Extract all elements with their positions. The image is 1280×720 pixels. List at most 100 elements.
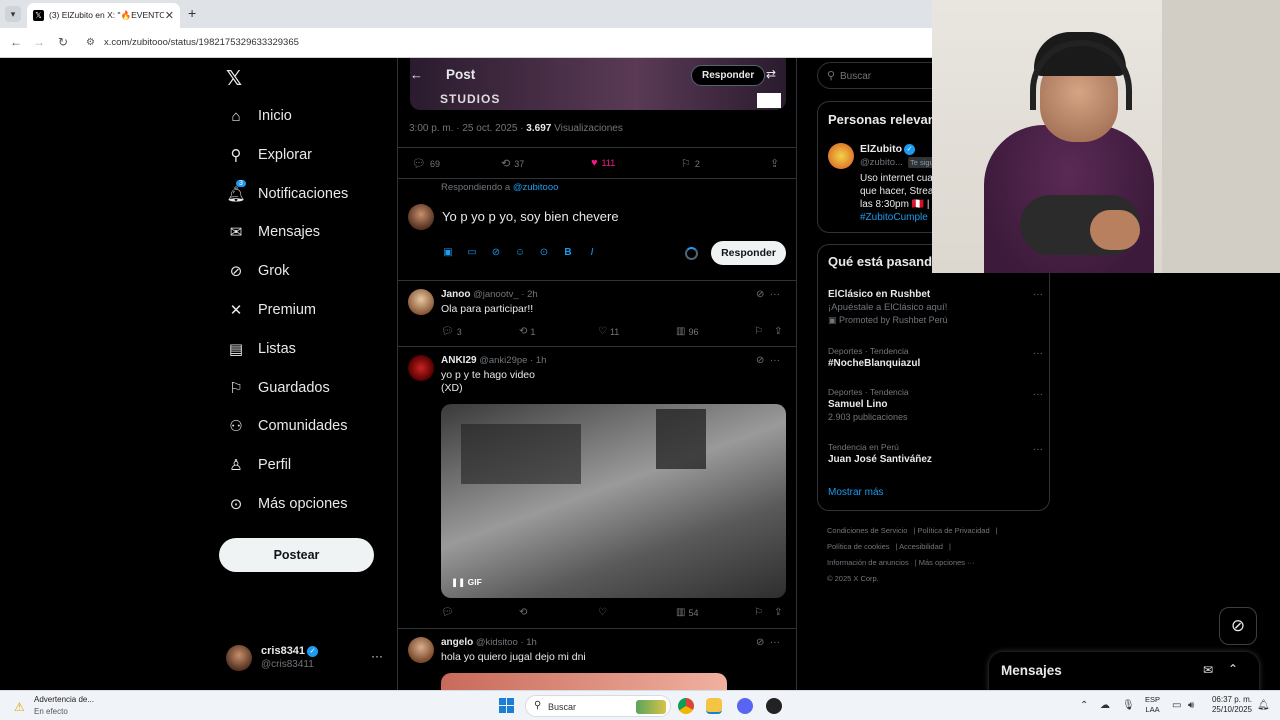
x-logo[interactable]: 𝕏	[226, 66, 242, 91]
taskbar-search[interactable]: ⚲ Buscar	[525, 695, 671, 717]
bookmark-action[interactable]: ⚐ 2	[681, 157, 700, 170]
nav-premium[interactable]: ✕ Premium	[226, 298, 316, 322]
obs-app-icon[interactable]	[766, 698, 782, 714]
post-button[interactable]: Postear	[219, 538, 374, 572]
reply-top-button[interactable]: Responder	[691, 65, 766, 86]
like-action[interactable]: ♡ 11	[598, 326, 619, 337]
reply-tweet[interactable]: Janoo @janootv_ · 2h ⊘ ··· Ola para part…	[398, 280, 796, 346]
gif-icon[interactable]: ▭	[466, 247, 478, 258]
repost-action[interactable]: ⟲	[519, 607, 530, 618]
trend-item[interactable]: Deportes · Tendencia Samuel Lino 2.903 p…	[828, 387, 1043, 422]
nav-mas-opciones[interactable]: ⊙ Más opciones	[226, 492, 348, 516]
avatar[interactable]	[828, 143, 854, 169]
back-button[interactable]: ←	[10, 35, 22, 49]
chevron-up-icon[interactable]: ⌃	[1080, 700, 1088, 711]
volume-icon[interactable]: 🔊︎	[1188, 700, 1194, 711]
expand-icon[interactable]: ⌃	[1228, 662, 1238, 676]
file-explorer-icon[interactable]	[706, 698, 722, 714]
browser-tab[interactable]: 𝕏 (3) ElZubito en X: "🔥EVENTO ✕	[27, 3, 180, 28]
like-action[interactable]: ♥ 111	[591, 157, 615, 169]
notification-icon[interactable]: 🔔︎	[1257, 700, 1270, 711]
bookmark-action[interactable]: ⚐	[754, 326, 766, 337]
nav-grok[interactable]: ⊘ Grok	[226, 259, 290, 283]
footer-link[interactable]: Información de anuncios	[827, 558, 909, 567]
reply-action[interactable]: 💬︎	[441, 607, 457, 618]
grok-floating-button[interactable]: ⊘	[1219, 607, 1257, 645]
nav-inicio[interactable]: ⌂ Inicio	[226, 104, 291, 128]
start-button[interactable]	[499, 698, 514, 713]
repost-action[interactable]: ⟲ 1	[519, 326, 535, 337]
reply-compose-input[interactable]: Yo p yo p yo, soy bien chevere	[442, 209, 619, 224]
nav-listas[interactable]: ▤ Listas	[226, 337, 296, 361]
bold-icon[interactable]: B	[562, 247, 574, 258]
back-arrow-icon[interactable]: ←	[410, 67, 423, 82]
image-icon[interactable]: ▣	[442, 247, 454, 258]
microphone-icon[interactable]: 🎙︎	[1122, 700, 1135, 711]
share-action[interactable]: ⇪	[774, 326, 785, 337]
reply-action[interactable]: 💬︎ 69	[412, 157, 440, 170]
trend-item[interactable]: Tendencia en Perú Juan José Santiváñez ·…	[828, 442, 1043, 465]
share-action[interactable]: ⇪	[774, 607, 785, 618]
display-icon[interactable]: ▭	[1172, 700, 1181, 711]
tweet-author[interactable]: Janoo	[441, 289, 470, 300]
footer-link[interactable]: Accesibilidad	[899, 542, 943, 551]
share-action[interactable]: ⇪	[770, 157, 783, 170]
gif-media[interactable]: ❚❚ GIF	[441, 404, 786, 598]
reload-button[interactable]: ↻	[58, 35, 68, 49]
like-action[interactable]: ♡	[598, 607, 610, 618]
new-tab-button[interactable]: +	[188, 5, 196, 21]
tweet-menu-icon[interactable]: ⊘ ···	[756, 637, 780, 648]
reply-tweet[interactable]: ANKI29 @anki29pe · 1h ⊘ ··· yo p y te ha…	[398, 346, 796, 628]
emoji-icon[interactable]: ☺	[514, 247, 526, 258]
bookmark-action[interactable]: ⚐	[754, 607, 766, 618]
more-icon[interactable]: ···	[1033, 348, 1043, 359]
footer-link[interactable]: Más opciones ···	[919, 558, 975, 567]
more-icon[interactable]: ···	[1033, 289, 1043, 300]
more-icon[interactable]: ···	[1033, 444, 1043, 455]
gif-badge[interactable]: ❚❚ GIF	[451, 577, 482, 588]
cloud-icon[interactable]: ☁	[1100, 700, 1110, 711]
footer-link[interactable]: Condiciones de Servicio	[827, 526, 907, 535]
footer-link[interactable]: Política de Privacidad	[918, 526, 990, 535]
messages-drawer[interactable]: Mensajes ✉ ⌃	[989, 652, 1259, 692]
clock[interactable]: 06:37 p. m. 25/10/2025	[1206, 695, 1252, 715]
location-icon[interactable]: ⊙	[538, 247, 550, 258]
tab-close-icon[interactable]: ✕	[165, 9, 174, 22]
italic-icon[interactable]: I	[586, 247, 598, 258]
more-icon[interactable]: ···	[1033, 389, 1043, 400]
forward-button[interactable]: →	[33, 35, 45, 49]
discord-app-icon[interactable]	[737, 698, 753, 714]
person-name[interactable]: ElZubito ✓	[860, 143, 915, 155]
show-more-link[interactable]: Mostrar más	[828, 487, 884, 498]
views-action[interactable]: ▥ 54	[676, 607, 698, 618]
trend-item[interactable]: ElClásico en Rushbet ¡Apuéstale a ElClás…	[828, 287, 1043, 326]
nav-perfil[interactable]: ♙ Perfil	[226, 453, 291, 477]
account-switcher[interactable]: cris8341 ✓ @cris83411 ···	[226, 643, 386, 677]
reply-action[interactable]: 💬︎ 3	[441, 326, 462, 337]
url-field[interactable]: x.com/zubitooo/status/198217532963332936…	[104, 37, 299, 48]
views-action[interactable]: ▥ 96	[676, 326, 698, 337]
nav-guardados[interactable]: ⚐ Guardados	[226, 376, 329, 400]
bio-hashtag[interactable]: #ZubitoCumple	[860, 212, 928, 223]
tweet-author[interactable]: angelo	[441, 637, 473, 648]
site-info-icon[interactable]: ⚙	[86, 37, 95, 48]
nav-notificaciones[interactable]: 🔔︎ 3 Notificaciones	[226, 180, 348, 206]
new-message-icon[interactable]: ✉	[1203, 663, 1213, 677]
tweet-image[interactable]	[441, 673, 727, 690]
repost-action[interactable]: ⟲ 37	[501, 157, 524, 170]
nav-comunidades[interactable]: ⚇ Comunidades	[226, 414, 347, 438]
reply-button[interactable]: Responder	[711, 241, 786, 265]
tab-search-button[interactable]: ▾	[5, 6, 21, 22]
chrome-app-icon[interactable]	[678, 698, 694, 714]
more-icon[interactable]: ···	[371, 649, 383, 663]
nav-mensajes[interactable]: ✉ Mensajes	[226, 220, 320, 244]
sliders-icon[interactable]: ⇄	[766, 67, 776, 81]
nav-explorar[interactable]: ⚲ Explorar	[226, 143, 313, 167]
tweet-author[interactable]: ANKI29	[441, 355, 477, 366]
search-input[interactable]: ⚲ Buscar	[817, 62, 932, 89]
footer-link[interactable]: Política de cookies	[827, 542, 890, 551]
replying-handle[interactable]: @zubitooo	[513, 182, 559, 193]
trend-item[interactable]: Deportes · Tendencia #NocheBlanquiazul ·…	[828, 346, 1043, 369]
grok-icon[interactable]: ⊘	[490, 247, 502, 258]
reply-tweet[interactable]: angelo @kidsitoo · 1h ⊘ ··· hola yo quie…	[398, 628, 796, 690]
